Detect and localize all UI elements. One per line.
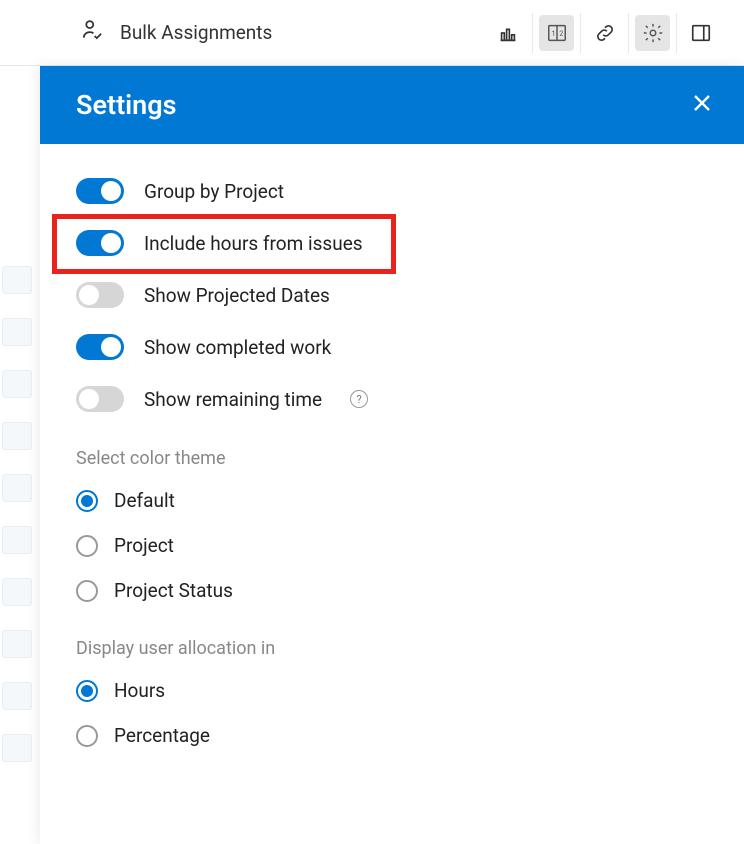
- background-grid: [0, 66, 40, 844]
- settings-panel-header: Settings: [40, 66, 744, 144]
- toggle-show-remaining[interactable]: [76, 386, 124, 412]
- radio-percentage[interactable]: [76, 725, 98, 747]
- settings-title: Settings: [76, 89, 177, 121]
- settings-panel-body: Group by Project Include hours from issu…: [40, 144, 744, 844]
- toggle-label-show-projected: Show Projected Dates: [144, 284, 330, 307]
- link-icon-button[interactable]: [587, 15, 622, 51]
- radio-label-project-status: Project Status: [114, 579, 233, 602]
- toolbar-icons: 1 2: [484, 13, 724, 53]
- radio-row-project[interactable]: Project: [76, 534, 708, 557]
- toolbar: Bulk Assignments 1 2: [0, 0, 744, 66]
- svg-text:2: 2: [559, 28, 563, 37]
- link-icon: [594, 22, 616, 44]
- gear-icon: [642, 22, 664, 44]
- columns-12-icon: 1 2: [546, 22, 568, 44]
- toggle-label-include-hours: Include hours from issues: [144, 232, 363, 255]
- toggle-row-show-completed: Show completed work: [76, 334, 708, 360]
- panel-icon-button[interactable]: [683, 15, 718, 51]
- toggle-show-completed[interactable]: [76, 334, 124, 360]
- panel-right-icon: [690, 22, 712, 44]
- toggle-show-projected[interactable]: [76, 282, 124, 308]
- radio-hours[interactable]: [76, 680, 98, 702]
- toggle-include-hours[interactable]: [76, 230, 124, 256]
- help-icon[interactable]: ?: [350, 390, 368, 408]
- color-theme-heading: Select color theme: [76, 448, 708, 469]
- radio-row-project-status[interactable]: Project Status: [76, 579, 708, 602]
- chart-icon-button[interactable]: [490, 15, 526, 51]
- toggle-row-show-projected: Show Projected Dates: [76, 282, 708, 308]
- person-check-icon: [80, 17, 106, 48]
- settings-icon-button[interactable]: [635, 15, 670, 51]
- svg-text:1: 1: [551, 28, 555, 37]
- bulk-assignments-button[interactable]: Bulk Assignments: [80, 17, 272, 48]
- radio-project[interactable]: [76, 535, 98, 557]
- close-button[interactable]: [690, 91, 714, 119]
- toggle-group-by-project[interactable]: [76, 178, 124, 204]
- toggle-row-group-by-project: Group by Project: [76, 178, 708, 204]
- radio-label-project: Project: [114, 534, 174, 557]
- allocation-heading: Display user allocation in: [76, 638, 708, 659]
- columns-icon-button[interactable]: 1 2: [539, 15, 574, 51]
- toggle-label-show-remaining: Show remaining time: [144, 388, 322, 411]
- radio-row-hours[interactable]: Hours: [76, 679, 708, 702]
- radio-default[interactable]: [76, 490, 98, 512]
- settings-panel: Settings Group by Project Include hours …: [40, 66, 744, 844]
- radio-label-percentage: Percentage: [114, 724, 210, 747]
- toggle-label-group-by-project: Group by Project: [144, 180, 284, 203]
- toggle-row-include-hours: Include hours from issues: [76, 230, 708, 256]
- radio-row-percentage[interactable]: Percentage: [76, 724, 708, 747]
- radio-label-default: Default: [114, 489, 175, 512]
- radio-label-hours: Hours: [114, 679, 165, 702]
- toggle-label-show-completed: Show completed work: [144, 336, 331, 359]
- radio-row-default[interactable]: Default: [76, 489, 708, 512]
- bar-chart-icon: [497, 22, 519, 44]
- close-icon: [690, 91, 714, 115]
- bulk-assignments-label: Bulk Assignments: [120, 21, 272, 44]
- toggle-row-show-remaining: Show remaining time ?: [76, 386, 708, 412]
- radio-project-status[interactable]: [76, 580, 98, 602]
